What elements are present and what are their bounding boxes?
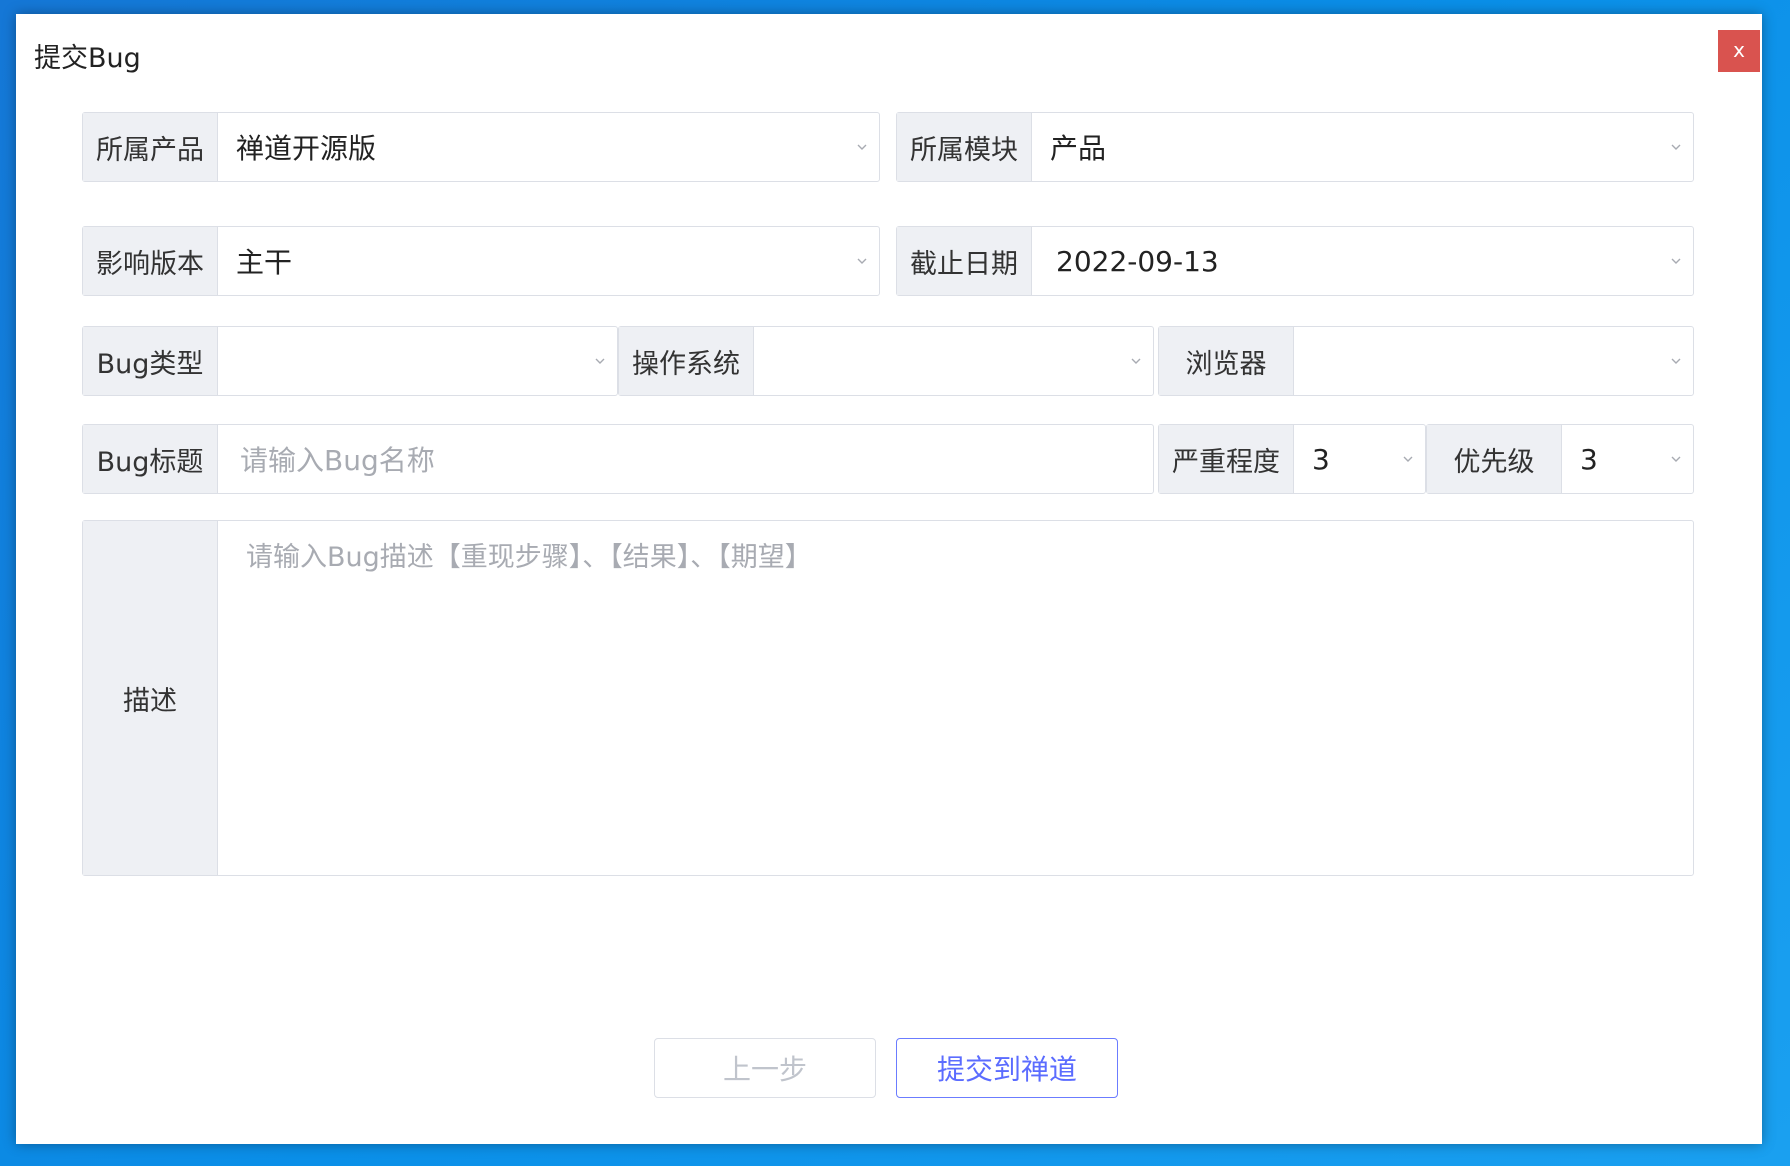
bug-title-label: Bug标题 — [83, 425, 218, 493]
deadline-field: 截止日期 2022-09-13 — [896, 226, 1694, 296]
chevron-down-icon — [857, 144, 867, 150]
browser-field: 浏览器 — [1158, 326, 1694, 396]
priority-label: 优先级 — [1427, 425, 1562, 493]
priority-select[interactable]: 3 — [1562, 425, 1693, 493]
submit-bug-dialog: 提交Bug x 所属产品 禅道开源版 所属模块 产品 影响版本 主干 截止日期 … — [16, 14, 1762, 1144]
chevron-down-icon — [1403, 456, 1413, 462]
dialog-title: 提交Bug — [34, 43, 141, 74]
os-label: 操作系统 — [619, 327, 754, 395]
chevron-down-icon — [1671, 144, 1681, 150]
version-field: 影响版本 主干 — [82, 226, 880, 296]
deadline-value: 2022-09-13 — [1056, 244, 1219, 278]
bug-type-label: Bug类型 — [83, 327, 218, 395]
version-value: 主干 — [236, 246, 293, 279]
os-select[interactable] — [754, 327, 1153, 395]
severity-value: 3 — [1312, 442, 1330, 476]
chevron-down-icon — [857, 258, 867, 264]
version-label: 影响版本 — [83, 227, 218, 295]
severity-select[interactable]: 3 — [1294, 425, 1425, 493]
priority-value: 3 — [1580, 442, 1598, 476]
product-field: 所属产品 禅道开源版 — [82, 112, 880, 182]
chevron-down-icon — [1671, 258, 1681, 264]
severity-label: 严重程度 — [1159, 425, 1294, 493]
module-label: 所属模块 — [897, 113, 1032, 181]
description-placeholder: 请输入Bug描述【重现步骤】、【结果】、【期望】 — [246, 542, 812, 573]
chevron-down-icon — [595, 358, 605, 364]
bug-title-input[interactable]: 请输入Bug名称 — [218, 425, 1153, 493]
product-label: 所属产品 — [83, 113, 218, 181]
close-button[interactable]: x — [1718, 30, 1760, 72]
chevron-down-icon — [1671, 358, 1681, 364]
module-value: 产品 — [1050, 132, 1107, 165]
description-field: 描述 请输入Bug描述【重现步骤】、【结果】、【期望】 — [82, 520, 1694, 876]
prev-step-button[interactable]: 上一步 — [654, 1038, 876, 1098]
module-field: 所属模块 产品 — [896, 112, 1694, 182]
priority-field: 优先级 3 — [1426, 424, 1694, 494]
chevron-down-icon — [1131, 358, 1141, 364]
product-select[interactable]: 禅道开源版 — [218, 113, 879, 181]
deadline-picker[interactable]: 2022-09-13 — [1032, 227, 1693, 295]
os-field: 操作系统 — [618, 326, 1154, 396]
version-select[interactable]: 主干 — [218, 227, 879, 295]
product-value: 禅道开源版 — [236, 132, 377, 165]
browser-label: 浏览器 — [1159, 327, 1294, 395]
bug-type-select[interactable] — [218, 327, 617, 395]
deadline-label: 截止日期 — [897, 227, 1032, 295]
browser-select[interactable] — [1294, 327, 1693, 395]
severity-field: 严重程度 3 — [1158, 424, 1426, 494]
bug-type-field: Bug类型 — [82, 326, 618, 396]
description-textarea[interactable]: 请输入Bug描述【重现步骤】、【结果】、【期望】 — [218, 521, 1693, 875]
bug-title-field: Bug标题 请输入Bug名称 — [82, 424, 1154, 494]
submit-to-zentao-button[interactable]: 提交到禅道 — [896, 1038, 1118, 1098]
bug-title-placeholder: 请输入Bug名称 — [240, 444, 435, 477]
module-select[interactable]: 产品 — [1032, 113, 1693, 181]
chevron-down-icon — [1671, 456, 1681, 462]
description-label: 描述 — [83, 521, 218, 875]
